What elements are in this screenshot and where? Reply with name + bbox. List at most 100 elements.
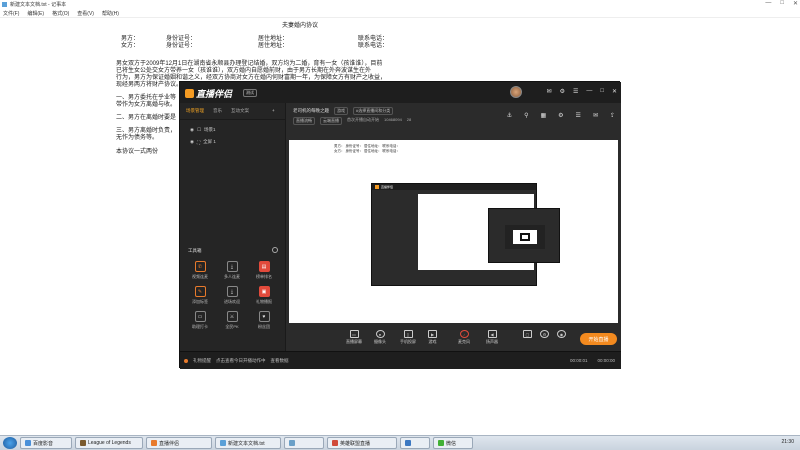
footer-link[interactable]: 查看数据 (271, 358, 289, 364)
stream-preview[interactable]: 男方： 身份证号： 居住地址： 联系电话： 女方： 身份证号： 居住地址： 联系… (289, 140, 618, 323)
nested-preview-canvas (418, 194, 560, 270)
phone-icon: ▯ (403, 330, 413, 338)
eye-icon[interactable]: ◉ (190, 127, 194, 133)
taskbar-item[interactable]: 英雄联盟直播 (327, 437, 397, 449)
app-icon (438, 440, 444, 446)
record-button[interactable]: ▢ (523, 330, 532, 338)
menu-format[interactable]: 格式(O) (52, 10, 69, 17)
taskbar-item[interactable] (400, 437, 430, 449)
notepad-titlebar: 新建文本文档.txt - 记事本 — □ ✕ (0, 0, 800, 9)
minimize-button[interactable]: — (765, 0, 771, 7)
notepad-title: 新建文本文档.txt - 记事本 (10, 2, 67, 8)
doc-text: 本协议一式两份 (116, 149, 159, 155)
header-icons: ✉ ⚙ ☰ — □ ✕ (547, 88, 617, 95)
taskbar-item[interactable]: 直播伴侣 (146, 437, 212, 449)
scene-item[interactable]: ◉ ⛶ 全屏 1 (180, 136, 285, 148)
taskbar-label: 百度影音 (33, 440, 54, 447)
version-badge: 测试 (243, 89, 257, 97)
app-footer: 礼物提醒 点击查看今日开播动作中 查看数据 00:00:01 00:00:00 (180, 351, 621, 369)
cloud-chip[interactable]: 云端直播 (320, 117, 342, 125)
close-button[interactable]: ✕ (793, 0, 798, 7)
room-info-bar: 老司机的每晚之趣 游戏 #选择直播间和分类 直播流畅 云端直播 首次开播自动开始… (286, 103, 621, 126)
phone-cast-button[interactable]: ▯ 手机投屏 (400, 330, 416, 345)
nested-preview-window-2 (488, 208, 560, 263)
menu-edit[interactable]: 编辑(E) (27, 10, 44, 17)
menu-file[interactable]: 文件(F) (3, 10, 19, 17)
avatar[interactable] (510, 86, 522, 98)
scene-tabs: 场景管理 音乐 互动文案 + (180, 103, 285, 120)
taskbar-item[interactable]: 微信 (433, 437, 473, 449)
app-icon (151, 440, 157, 446)
app-icon (332, 440, 338, 446)
tab-scene-manage[interactable]: 场景管理 (186, 108, 204, 114)
room-title[interactable]: 老司机的每晚之趣 (293, 108, 329, 114)
mail-icon[interactable]: ✉ (593, 112, 598, 119)
screen-share-button[interactable]: ▭ 直播屏幕 (346, 330, 362, 345)
tab-interactive[interactable]: 互动文案 (231, 108, 249, 114)
close-icon[interactable]: ✕ (612, 88, 617, 95)
doc-text: 居住地址： (258, 43, 289, 49)
doc-text: 女方： (121, 43, 140, 49)
tool-tag[interactable]: ✎ 添加标签 (184, 286, 216, 305)
list-icon[interactable]: ☰ (576, 112, 581, 119)
tool-label: 进场欢迎 (224, 299, 240, 304)
tool-assistant[interactable]: ▭ 助理打卡 (184, 311, 216, 330)
tool-pk[interactable]: ⚔ 全民PK (216, 311, 248, 330)
app-icon (405, 440, 411, 446)
grid-icon[interactable]: ▦ (540, 112, 546, 119)
ranking-icon: ▤ (258, 261, 270, 272)
game-button[interactable]: ▶ 游戏 (428, 330, 437, 345)
toolbox-settings-icon[interactable] (272, 247, 278, 253)
start-live-button[interactable]: 开始直播 (580, 333, 617, 345)
tool-video-link[interactable]: ✆ 视频连麦 (184, 261, 216, 280)
taskbar-item[interactable]: League of Legends (75, 437, 143, 449)
gear-icon[interactable]: ⚙ (558, 112, 563, 119)
welcome-icon: ⤓ (226, 286, 238, 297)
tab-music[interactable]: 音乐 (213, 108, 222, 114)
taskbar-item[interactable] (284, 437, 324, 449)
tool-label: 礼物播报 (256, 299, 272, 304)
tool-ranking[interactable]: ▤ 榜单排名 (248, 261, 280, 280)
scene-item[interactable]: ◉ ☐ 场景1 (180, 124, 285, 136)
nested-core (520, 233, 530, 241)
taskbar-item[interactable]: 百度影音 (20, 437, 72, 449)
message-icon[interactable]: ✉ (547, 88, 552, 95)
share-icon[interactable]: ⇪ (610, 112, 615, 119)
eye-icon[interactable]: ◉ (190, 139, 194, 145)
notepad-icon (2, 2, 7, 7)
doc-text: 二、男方在离婚时要是 (116, 115, 177, 121)
beauty-button[interactable]: ◉ (557, 330, 566, 338)
minimize-icon[interactable]: — (586, 88, 592, 95)
topic-chip[interactable]: #选择直播间和分类 (353, 107, 394, 115)
maximize-icon[interactable]: □ (600, 88, 604, 95)
tool-gift[interactable]: ▣ 礼物播报 (248, 286, 280, 305)
menu-icon[interactable]: ☰ (573, 88, 578, 95)
anchor-icon[interactable]: ⚓ (507, 112, 512, 119)
search-icon[interactable]: ⚲ (524, 112, 528, 119)
add-scene-button[interactable]: + (272, 108, 275, 114)
settings-button[interactable]: ⚙ (540, 330, 549, 338)
control-label: 麦克风 (458, 339, 470, 344)
settings-icon[interactable]: ⚙ (560, 88, 565, 95)
taskbar-item[interactable]: 新建文本文档.txt (215, 437, 281, 449)
app-icon (220, 440, 226, 446)
menu-view[interactable]: 查看(V) (77, 10, 94, 17)
doc-text: 现经男两方将财产协议。 (116, 82, 183, 88)
tool-multi-link[interactable]: ⤓ 多人连麦 (216, 261, 248, 280)
camera-button[interactable]: ● 摄像头 (374, 330, 386, 345)
microphone-button[interactable]: ♪ 麦克风 (458, 330, 470, 345)
category-chip[interactable]: 游戏 (334, 107, 348, 115)
tool-welcome[interactable]: ⤓ 进场欢迎 (216, 286, 248, 305)
quality-chip[interactable]: 直播流畅 (293, 117, 315, 125)
menu-help[interactable]: 帮助(H) (102, 10, 119, 17)
doc-title: 夫妻婚内协议 (282, 23, 319, 29)
monitor-icon: ▭ (349, 330, 359, 338)
tool-fans[interactable]: ♥ 粉丝团 (248, 311, 280, 330)
preview-text: 女方： 身份证号： 居住地址： 联系电话： (334, 149, 400, 153)
speaker-button[interactable]: ◀ 扬声器 (486, 330, 498, 345)
doc-text: 身份证号： (166, 43, 197, 49)
maximize-button[interactable]: □ (780, 0, 784, 7)
room-title-row: 老司机的每晚之趣 游戏 #选择直播间和分类 (293, 107, 394, 115)
start-button[interactable] (3, 437, 17, 449)
clock[interactable]: 21:30 (781, 439, 794, 445)
